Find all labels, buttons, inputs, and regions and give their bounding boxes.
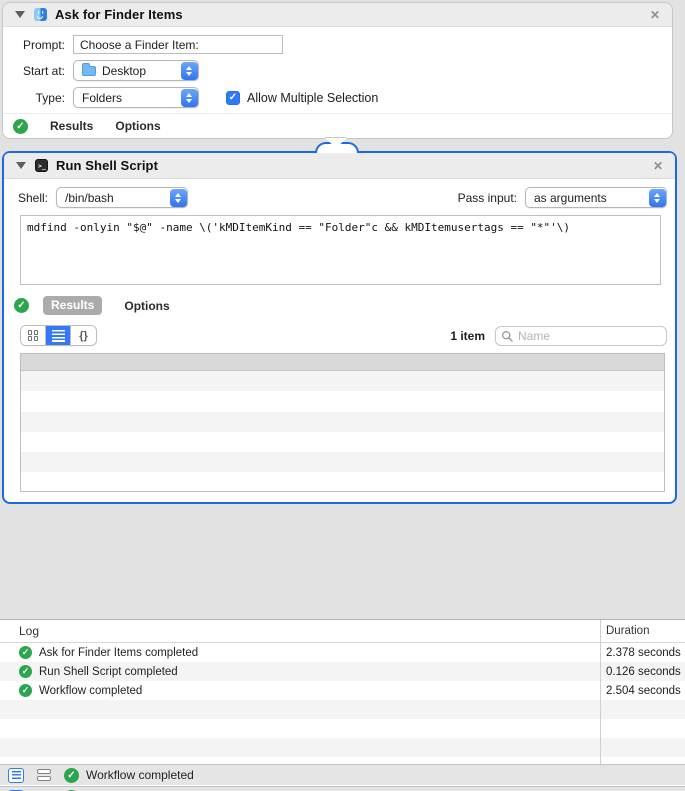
checkmark-icon: ✓: [228, 92, 238, 103]
status-message: Workflow completed: [86, 768, 194, 782]
popup-stepper-icon: [180, 61, 198, 80]
pass-input-popup[interactable]: as arguments: [525, 187, 667, 208]
log-row-empty: [0, 738, 685, 757]
status-check-icon: ✓: [13, 118, 28, 134]
results-link[interactable]: Results: [50, 119, 93, 133]
results-table-header: [21, 354, 664, 371]
log-row-text: Workflow completed: [39, 684, 143, 697]
log-row[interactable]: ✓ Ask for Finder Items completed 2.378 s…: [0, 643, 685, 662]
action-footer: ✓ Results Options: [3, 113, 672, 138]
show-log-button[interactable]: [8, 767, 24, 783]
disclosure-triangle-icon[interactable]: [15, 11, 25, 18]
split-panes-icon[interactable]: [37, 768, 51, 782]
allow-multiple-checkbox[interactable]: ✓: [226, 90, 240, 105]
workflow-status-icon: ✓: [64, 767, 79, 783]
type-value: Folders: [82, 90, 123, 105]
popup-stepper-icon: [180, 88, 198, 107]
start-at-label: Start at:: [22, 63, 65, 78]
braces-icon: {}: [79, 329, 88, 342]
prompt-label: Prompt:: [22, 37, 65, 52]
prompt-input[interactable]: [73, 35, 283, 54]
close-icon[interactable]: ✕: [653, 160, 663, 172]
log-row-empty: [0, 719, 685, 738]
log-header-row: Log Duration: [0, 620, 685, 643]
status-bar-clipped: ✓ Workflow completed: [0, 786, 685, 791]
results-toolbar: {} 1 item: [20, 325, 667, 346]
log-row-duration: 2.378 seconds: [600, 643, 685, 662]
results-view-segmented-control: {}: [20, 325, 97, 346]
results-row: [21, 391, 664, 411]
results-search-input[interactable]: [495, 325, 667, 346]
log-row-duration: 2.504 seconds: [600, 681, 685, 700]
shell-value: /bin/bash: [65, 190, 114, 205]
action-header[interactable]: Ask for Finder Items ✕: [3, 3, 672, 27]
log-column-header: Log: [19, 624, 40, 638]
disclosure-triangle-icon[interactable]: [16, 162, 26, 169]
success-check-icon: ✓: [19, 646, 32, 659]
results-table: [20, 353, 665, 492]
status-bar: ✓ Workflow completed: [0, 764, 685, 785]
results-row: [21, 411, 664, 432]
shell-popup[interactable]: /bin/bash: [56, 187, 189, 208]
duration-column-header: Duration: [600, 620, 685, 642]
status-check-icon: ✓: [14, 298, 29, 313]
list-icon: [51, 329, 65, 342]
shell-script-editor[interactable]: mdfind -onlyin "$@" -name \('kMDItemKind…: [20, 215, 661, 285]
log-list-icon: [11, 770, 21, 780]
item-count: 1 item: [450, 328, 485, 343]
icon-view-button[interactable]: [21, 326, 46, 345]
log-row-text: Ask for Finder Items completed: [39, 646, 199, 659]
action-title: Ask for Finder Items: [55, 7, 183, 22]
pass-input-label: Pass input:: [457, 190, 517, 205]
action-body: Prompt: Start at: Desktop Type: Folders …: [3, 27, 672, 108]
automator-workflow-window: Ask for Finder Items ✕ Prompt: Start at:…: [0, 0, 685, 791]
log-row-duration: 0.126 seconds: [600, 662, 685, 681]
action-footer: ✓ Results Options: [4, 295, 675, 316]
type-label: Type:: [35, 90, 65, 105]
pass-input-value: as arguments: [534, 190, 607, 205]
popup-stepper-icon: [648, 188, 666, 207]
folder-icon: [82, 63, 96, 76]
action-connector-tab: [325, 138, 347, 148]
start-at-value: Desktop: [102, 63, 147, 78]
action-title: Run Shell Script: [56, 158, 159, 173]
search-icon: [501, 330, 513, 342]
action-ask-for-finder-items: Ask for Finder Items ✕ Prompt: Start at:…: [2, 2, 673, 139]
results-row: [21, 452, 664, 473]
shell-row: Shell: /bin/bash Pass input: as argument…: [18, 187, 667, 208]
grid-icon: [27, 330, 39, 341]
source-view-button[interactable]: {}: [71, 326, 96, 345]
allow-multiple-label: Allow Multiple Selection: [247, 90, 379, 105]
success-check-icon: ✓: [19, 684, 32, 697]
action-run-shell-script: >_ Run Shell Script ✕ Shell: /bin/bash P…: [2, 151, 677, 504]
results-row: [21, 371, 664, 392]
options-link[interactable]: Options: [124, 299, 169, 313]
results-row: [21, 432, 664, 452]
log-row-empty: [0, 700, 685, 719]
options-link[interactable]: Options: [115, 119, 160, 133]
results-row: [21, 472, 664, 491]
popup-stepper-icon: [169, 188, 187, 207]
shell-label: Shell:: [18, 190, 49, 205]
success-check-icon: ✓: [19, 665, 32, 678]
close-icon[interactable]: ✕: [650, 9, 660, 21]
log-row[interactable]: ✓ Run Shell Script completed 0.126 secon…: [0, 662, 685, 681]
type-popup[interactable]: Folders: [73, 87, 199, 108]
terminal-icon: >_: [35, 159, 48, 172]
action-header[interactable]: >_ Run Shell Script ✕: [4, 153, 675, 179]
finder-icon: [34, 8, 47, 21]
log-row-text: Run Shell Script completed: [39, 665, 178, 678]
results-link-selected[interactable]: Results: [43, 296, 103, 315]
list-view-button[interactable]: [46, 326, 71, 345]
log-row[interactable]: ✓ Workflow completed 2.504 seconds: [0, 681, 685, 700]
start-at-popup[interactable]: Desktop: [73, 60, 199, 81]
